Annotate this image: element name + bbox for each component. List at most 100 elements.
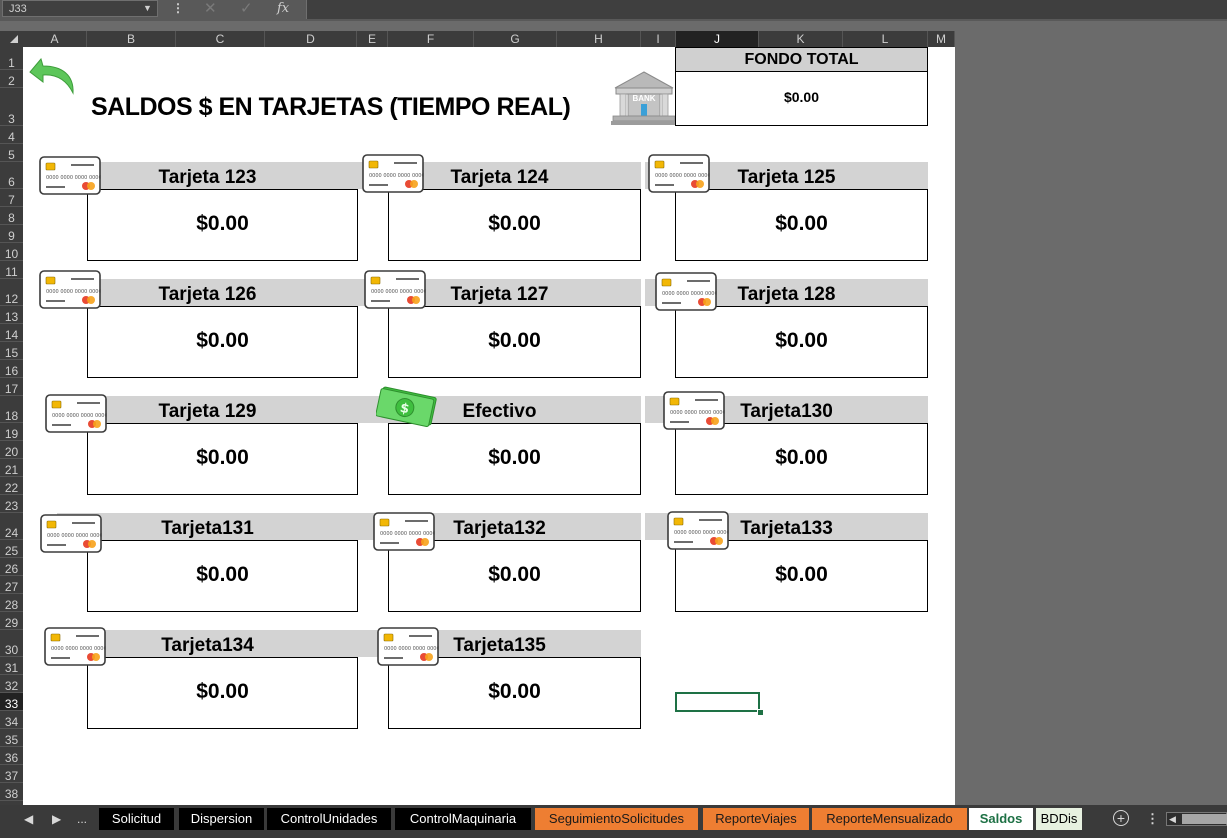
name-box[interactable]: J33 xyxy=(2,0,158,17)
row-header-16[interactable]: 16 xyxy=(0,360,23,378)
row-header-31[interactable]: 31 xyxy=(0,657,23,675)
row-header-20[interactable]: 20 xyxy=(0,441,23,459)
credit-card-icon: 0000 0000 0000 0000 xyxy=(373,512,436,552)
tab-scroll-right-icon[interactable]: ▶ xyxy=(52,808,61,830)
tab-dispersion[interactable]: Dispersion xyxy=(179,808,264,830)
svg-text:0000 0000 0000 0000: 0000 0000 0000 0000 xyxy=(371,289,426,295)
column-header-b[interactable]: B xyxy=(87,31,176,47)
row-header-33[interactable]: 33 xyxy=(0,693,23,711)
row-header-37[interactable]: 37 xyxy=(0,765,23,783)
row-header-15[interactable]: 15 xyxy=(0,342,23,360)
card-balance-value: $0.00 xyxy=(196,329,249,352)
insert-function-icon[interactable]: fx xyxy=(277,0,289,17)
credit-card-icon: 0000 0000 0000 0000 xyxy=(44,627,107,667)
row-header-4[interactable]: 4 xyxy=(0,126,23,144)
row-header-29[interactable]: 29 xyxy=(0,612,23,630)
column-header-j[interactable]: J xyxy=(676,31,759,47)
row-header-32[interactable]: 32 xyxy=(0,675,23,693)
row-header-2[interactable]: 2 xyxy=(0,70,23,88)
row-header-19[interactable]: 19 xyxy=(0,423,23,441)
credit-card-icon: 0000 0000 0000 0000 xyxy=(40,514,103,554)
row-header-10[interactable]: 10 xyxy=(0,243,23,261)
credit-card-icon: 0000 0000 0000 0000 xyxy=(39,156,102,196)
tab-bddis[interactable]: BDDis xyxy=(1036,808,1082,830)
cancel-icon[interactable]: ✕ xyxy=(204,0,217,17)
fondo-total-value: $0.00 xyxy=(783,89,820,105)
row-header-28[interactable]: 28 xyxy=(0,594,23,612)
row-header-6[interactable]: 6 xyxy=(0,162,23,189)
svg-text:0000 0000 0000 0000: 0000 0000 0000 0000 xyxy=(662,291,717,297)
row-header-18[interactable]: 18 xyxy=(0,396,23,423)
svg-text:0000 0000 0000 0000: 0000 0000 0000 0000 xyxy=(51,646,106,652)
column-header-l[interactable]: L xyxy=(843,31,928,47)
row-header-13[interactable]: 13 xyxy=(0,306,23,324)
row-header-9[interactable]: 9 xyxy=(0,225,23,243)
tab-reportemensualizado[interactable]: ReporteMensualizado xyxy=(812,808,967,830)
row-header-1[interactable]: 1 xyxy=(0,47,23,70)
svg-text:0000 0000 0000 0000: 0000 0000 0000 0000 xyxy=(380,531,435,537)
svg-text:0000 0000 0000 0000: 0000 0000 0000 0000 xyxy=(46,175,101,181)
row-header-27[interactable]: 27 xyxy=(0,576,23,594)
column-header-i[interactable]: I xyxy=(641,31,676,47)
row-header-26[interactable]: 26 xyxy=(0,558,23,576)
tab-more-sheets[interactable]: ... xyxy=(77,808,87,830)
tab-scroll-left-icon[interactable]: ◀ xyxy=(24,808,33,830)
column-header-g[interactable]: G xyxy=(474,31,557,47)
column-header-m[interactable]: M xyxy=(928,31,955,47)
row-header-11[interactable]: 11 xyxy=(0,261,23,279)
svg-text:0000 0000 0000 0000: 0000 0000 0000 0000 xyxy=(52,413,107,419)
row-header-38[interactable]: 38 xyxy=(0,783,23,801)
card-balance-value: $0.00 xyxy=(488,212,541,235)
card-balance-value: $0.00 xyxy=(196,563,249,586)
tab-seguimientosolicitudes[interactable]: SeguimientoSolicitudes xyxy=(535,808,698,830)
row-header-25[interactable]: 25 xyxy=(0,540,23,558)
row-header-8[interactable]: 8 xyxy=(0,207,23,225)
column-header-a[interactable]: A xyxy=(23,31,87,47)
row-header-24[interactable]: 24 xyxy=(0,513,23,540)
tab-reporteviajes[interactable]: ReporteViajes xyxy=(703,808,809,830)
row-header-21[interactable]: 21 xyxy=(0,459,23,477)
row-header-30[interactable]: 30 xyxy=(0,630,23,657)
row-header-36[interactable]: 36 xyxy=(0,747,23,765)
row-header-34[interactable]: 34 xyxy=(0,711,23,729)
column-header-h[interactable]: H xyxy=(557,31,641,47)
column-header-k[interactable]: K xyxy=(759,31,843,47)
scroll-left-icon[interactable]: ◀ xyxy=(1169,812,1176,826)
fill-handle[interactable] xyxy=(757,709,764,716)
column-header-f[interactable]: F xyxy=(388,31,474,47)
page-title: SALDOS $ EN TARJETAS (TIEMPO REAL) xyxy=(91,93,571,121)
row-header-17[interactable]: 17 xyxy=(0,378,23,396)
check-icon[interactable]: ✓ xyxy=(240,0,253,17)
tab-options-icon[interactable]: ⋮ xyxy=(1146,808,1159,830)
back-arrow-icon[interactable] xyxy=(27,55,79,97)
tab-solicitud[interactable]: Solicitud xyxy=(99,808,174,830)
svg-text:0000 0000 0000 0000: 0000 0000 0000 0000 xyxy=(655,173,710,179)
row-header-12[interactable]: 12 xyxy=(0,279,23,306)
card-balance-value: $0.00 xyxy=(488,680,541,703)
row-header-7[interactable]: 7 xyxy=(0,189,23,207)
selected-cell[interactable] xyxy=(675,692,760,712)
card-balance-value: $0.00 xyxy=(775,329,828,352)
svg-text:0000 0000 0000 0000: 0000 0000 0000 0000 xyxy=(47,533,102,539)
credit-card-icon: 0000 0000 0000 0000 xyxy=(39,270,102,310)
tab-controlmaquinaria[interactable]: ControlMaquinaria xyxy=(395,808,531,830)
more-vertical-icon[interactable]: ⋮ xyxy=(172,0,184,17)
row-header-3[interactable]: 3 xyxy=(0,88,23,126)
scrollbar-thumb[interactable] xyxy=(1182,814,1227,824)
row-header-14[interactable]: 14 xyxy=(0,324,23,342)
row-header-22[interactable]: 22 xyxy=(0,477,23,495)
chevron-down-icon[interactable]: ▼ xyxy=(143,0,152,17)
row-header-23[interactable]: 23 xyxy=(0,495,23,513)
column-header-e[interactable]: E xyxy=(357,31,388,47)
column-header-d[interactable]: D xyxy=(265,31,357,47)
tab-saldos[interactable]: Saldos xyxy=(969,808,1033,830)
add-sheet-icon[interactable]: + xyxy=(1113,810,1129,826)
row-header-35[interactable]: 35 xyxy=(0,729,23,747)
row-header-5[interactable]: 5 xyxy=(0,144,23,162)
credit-card-icon: 0000 0000 0000 0000 xyxy=(362,154,425,194)
outside-print-area xyxy=(955,21,1227,805)
column-header-c[interactable]: C xyxy=(176,31,265,47)
formula-input[interactable] xyxy=(306,0,1227,19)
tab-controlunidades[interactable]: ControlUnidades xyxy=(267,808,391,830)
select-all-triangle-icon[interactable] xyxy=(10,35,18,43)
